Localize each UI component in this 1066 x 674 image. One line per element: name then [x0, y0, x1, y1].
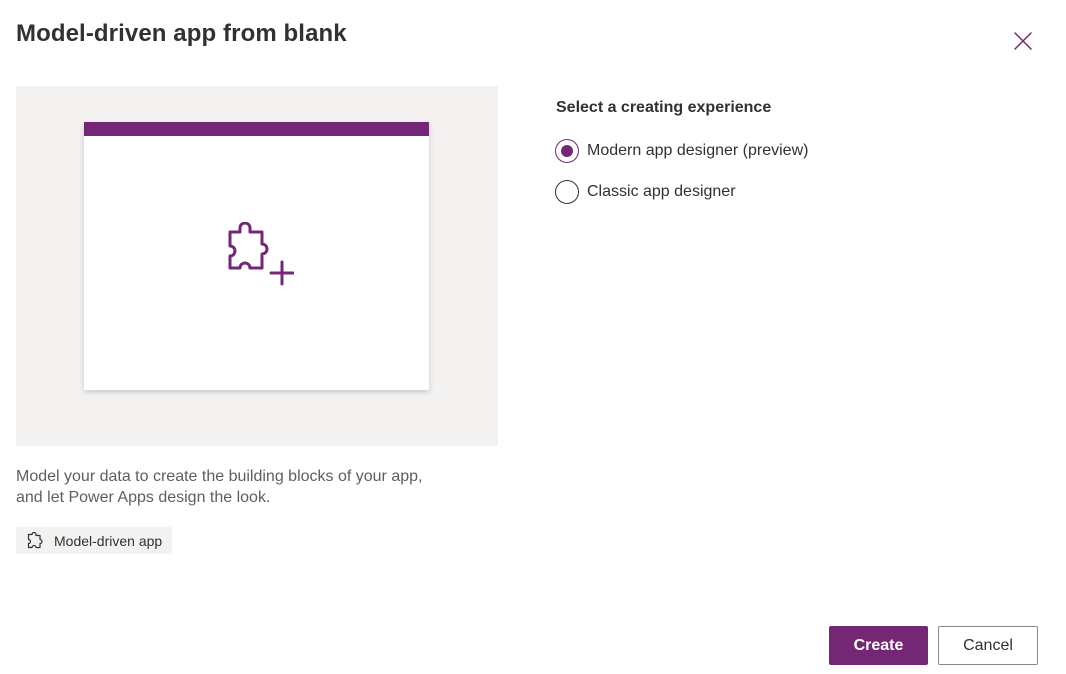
radio-label: Modern app designer (preview) [587, 142, 809, 159]
app-preview-panel [16, 86, 498, 446]
creating-experience-heading: Select a creating experience [556, 99, 772, 116]
app-preview-header-bar [84, 122, 429, 136]
app-type-tag: Model-driven app [16, 527, 173, 554]
create-button[interactable]: Create [829, 626, 928, 665]
puzzle-icon [27, 531, 43, 548]
app-type-tag-label: Model-driven app [54, 532, 163, 549]
radio-button[interactable] [555, 139, 579, 163]
close-icon [1014, 32, 1032, 50]
radio-modern-app-designer[interactable]: Modern app designer (preview) [555, 139, 808, 163]
cancel-button[interactable]: Cancel [938, 626, 1038, 665]
app-preview-card [84, 122, 429, 390]
radio-button[interactable] [555, 180, 579, 204]
close-button[interactable] [1008, 26, 1038, 56]
dialog-title: Model-driven app from blank [16, 20, 347, 47]
radio-classic-app-designer[interactable]: Classic app designer [555, 180, 736, 204]
radio-label: Classic app designer [587, 183, 736, 200]
app-description: Model your data to create the building b… [16, 468, 423, 506]
puzzle-add-icon [228, 222, 294, 286]
create-app-dialog: Model-driven app from blank Model your d… [0, 0, 1066, 674]
